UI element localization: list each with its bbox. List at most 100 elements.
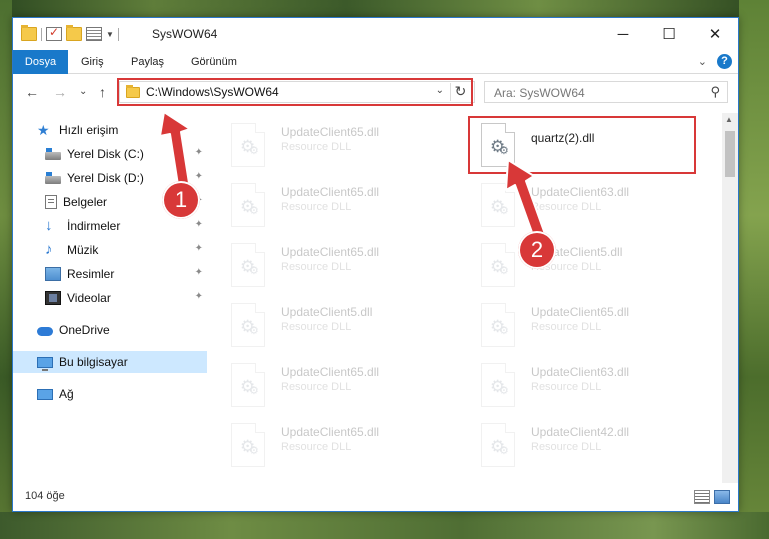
file-description: Resource DLL — [531, 441, 602, 453]
file-item[interactable]: ⚙ ⚙ UpdateClient65.dll Resource DLL — [223, 177, 449, 233]
title-bar: ▼ SysWOW64 ─ ☐ ✕ — [13, 18, 738, 50]
sidebar-item-music[interactable]: ♪ Müzik ✦ — [13, 239, 207, 261]
vertical-scrollbar[interactable]: ▲ — [722, 113, 738, 483]
file-item[interactable]: ⚙ ⚙ UpdateClient63.dll Resource DLL — [473, 357, 699, 413]
file-item[interactable]: ⚙ ⚙ UpdateClient65.dll Resource DLL — [223, 237, 449, 293]
search-input[interactable]: Ara: SysWOW64 ⚲ — [484, 81, 728, 103]
dll-file-icon: ⚙ ⚙ — [481, 183, 515, 227]
sidebar-item-videos[interactable]: Videolar ✦ — [13, 287, 207, 309]
file-name: UpdateClient65.dll — [281, 125, 380, 139]
file-item[interactable]: ⚙ ⚙ UpdateClient65.dll Resource DLL — [473, 297, 699, 353]
address-bar[interactable]: C:\Windows\SysWOW64 ⌄ ↻ — [119, 81, 475, 103]
sidebar-item-pictures[interactable]: Resimler ✦ — [13, 263, 207, 285]
dll-file-icon: ⚙ ⚙ — [481, 303, 515, 347]
file-item[interactable]: ⚙ ⚙ UpdateClient65.dll Resource DLL — [223, 417, 449, 473]
file-list: ⚙ ⚙ UpdateClient65.dll Resource DLL ⚙ ⚙ Up… — [223, 113, 723, 483]
window-controls: ─ ☐ ✕ — [600, 18, 738, 50]
file-item[interactable]: ⚙ ⚙ UpdateClient63.dll Resource DLL — [473, 177, 699, 233]
file-item[interactable]: ⚙ ⚙ UpdateClient5.dll Resource DLL — [223, 297, 449, 353]
file-description: Resource DLL — [281, 381, 352, 393]
file-item[interactable]: ⚙ ⚙ UpdateClient5.dll Resource DLL — [473, 237, 699, 293]
refresh-icon[interactable]: ↻ — [450, 83, 470, 101]
file-description: Resource DLL — [531, 201, 602, 213]
address-dropdown-chevron-icon[interactable]: ⌄ — [436, 85, 444, 96]
pin-icon[interactable]: ✦ — [195, 267, 203, 278]
cloud-icon — [37, 327, 53, 336]
details-view-icon[interactable] — [694, 490, 710, 504]
search-placeholder: Ara: SysWOW64 — [494, 86, 585, 100]
new-folder-icon[interactable] — [66, 25, 82, 41]
ribbon-tabs: Dosya Giriş Paylaş Görünüm ⌄ ? — [13, 50, 738, 74]
maximize-button[interactable]: ☐ — [646, 18, 692, 50]
large-icons-view-icon[interactable] — [714, 490, 730, 504]
view-toggle — [694, 490, 730, 504]
tab-gorunum[interactable]: Görünüm — [183, 50, 245, 74]
search-icon: ⚲ — [710, 84, 720, 99]
file-name: UpdateClient42.dll — [531, 425, 630, 439]
file-name: UpdateClient5.dll — [281, 305, 373, 319]
file-item[interactable]: ⚙ ⚙ UpdateClient42.dll Resource DLL — [473, 417, 699, 473]
file-name: UpdateClient63.dll — [531, 365, 630, 379]
file-name: UpdateClient65.dll — [281, 185, 380, 199]
address-folder-icon — [126, 85, 140, 98]
close-button[interactable]: ✕ — [692, 18, 738, 50]
minimize-button[interactable]: ─ — [600, 18, 646, 50]
customize-toolbar-dropdown-icon[interactable]: ▼ — [106, 30, 114, 39]
pin-icon[interactable]: ✦ — [195, 171, 203, 182]
sidebar-item-label: Yerel Disk (D:) — [67, 171, 144, 185]
file-item-quartz-dll[interactable]: ⚙ ⚙ quartz(2).dll — [473, 117, 699, 173]
file-description: Resource DLL — [281, 201, 352, 213]
pin-icon[interactable]: ✦ — [195, 219, 203, 230]
back-arrow-icon[interactable]: ← — [25, 84, 39, 100]
file-description: Resource DLL — [281, 141, 352, 153]
sidebar-item-quick-access[interactable]: ★ Hızlı erişim — [13, 119, 207, 141]
star-icon: ★ — [37, 122, 50, 138]
videos-icon — [45, 291, 61, 305]
pin-icon[interactable]: ✦ — [195, 291, 203, 302]
navigation-bar: ← → ⌄ ↑ C:\Windows\SysWOW64 ⌄ ↻ Ara: Sys… — [13, 75, 738, 109]
file-item[interactable]: ⚙ ⚙ UpdateClient65.dll Resource DLL — [223, 357, 449, 413]
tab-giris[interactable]: Giriş — [73, 50, 112, 74]
toolbar-separator — [117, 27, 119, 41]
sidebar-item-label: Videolar — [67, 291, 111, 305]
pin-icon[interactable]: ✦ — [195, 243, 203, 254]
file-name: quartz(2).dll — [531, 131, 595, 145]
folder-icon[interactable] — [21, 25, 37, 41]
pin-icon[interactable]: ✦ — [195, 147, 203, 158]
dll-file-icon: ⚙ ⚙ — [231, 123, 265, 167]
desktop-background-bottom — [0, 512, 769, 539]
address-path: C:\Windows\SysWOW64 — [146, 85, 279, 99]
file-name: UpdateClient65.dll — [281, 425, 380, 439]
ribbon-expand-chevron-icon[interactable]: ⌄ — [698, 55, 707, 68]
scrollbar-thumb[interactable] — [725, 131, 735, 177]
tab-dosya[interactable]: Dosya — [13, 50, 68, 74]
sidebar-item-label: İndirmeler — [67, 219, 121, 233]
drive-icon — [45, 172, 61, 184]
sidebar-item-network[interactable]: Ağ — [13, 383, 207, 405]
properties-icon[interactable] — [86, 27, 102, 41]
dll-file-icon: ⚙ ⚙ — [481, 423, 515, 467]
help-icon[interactable]: ? — [717, 54, 732, 69]
recent-locations-chevron-icon[interactable]: ⌄ — [79, 86, 87, 97]
sidebar-item-label: Hızlı erişim — [59, 123, 119, 137]
sidebar-item-local-disk-c[interactable]: Yerel Disk (C:) ✦ — [13, 143, 207, 165]
dll-file-icon: ⚙ ⚙ — [231, 423, 265, 467]
file-name: UpdateClient65.dll — [531, 305, 630, 319]
up-arrow-icon[interactable]: ↑ — [99, 84, 106, 100]
download-icon: ↓ — [45, 217, 53, 234]
tab-paylas[interactable]: Paylaş — [123, 50, 172, 74]
file-explorer-window: ▼ SysWOW64 ─ ☐ ✕ Dosya Giriş Paylaş Görü… — [12, 17, 739, 512]
file-item[interactable]: ⚙ ⚙ UpdateClient65.dll Resource DLL — [223, 117, 449, 173]
item-count: 104 öğe — [25, 490, 65, 502]
properties-check-icon[interactable] — [46, 25, 62, 41]
sidebar-item-label: OneDrive — [59, 323, 110, 337]
computer-icon — [37, 356, 53, 371]
forward-arrow-icon[interactable]: → — [53, 84, 67, 100]
dll-file-icon: ⚙ ⚙ — [231, 363, 265, 407]
sidebar-item-label: Ağ — [59, 387, 74, 401]
scroll-up-arrow-icon[interactable]: ▲ — [725, 115, 733, 124]
file-name: UpdateClient63.dll — [531, 185, 630, 199]
file-description: Resource DLL — [281, 321, 352, 333]
sidebar-item-onedrive[interactable]: OneDrive — [13, 319, 207, 341]
sidebar-item-this-pc[interactable]: Bu bilgisayar — [13, 351, 207, 373]
